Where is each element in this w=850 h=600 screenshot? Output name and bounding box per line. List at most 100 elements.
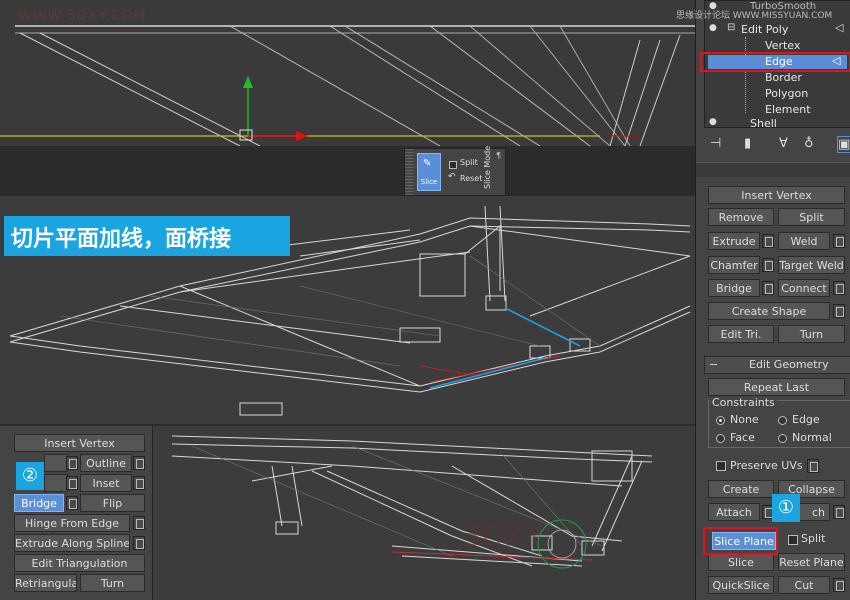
edit-geometry-title: Edit Geometry: [749, 358, 829, 371]
edge-highlight-box: [700, 52, 850, 72]
slice-icon: ✎: [423, 158, 432, 169]
slice-mode-toolbar: ✎ Slice Split ↶ Reset Slice Mode ¶: [404, 145, 506, 196]
pin-cursor-icon: ◁: [835, 21, 844, 34]
viewport-middle[interactable]: 切片平面加线，面桥接: [0, 196, 695, 424]
extrude-edge-settings-button[interactable]: [762, 234, 774, 248]
weld-settings-button[interactable]: [833, 234, 845, 248]
configure-sets-icon[interactable]: ▣: [837, 136, 850, 153]
hinge-settings-button[interactable]: [133, 516, 145, 530]
bridge-button[interactable]: Bridge: [14, 494, 64, 512]
flip-button[interactable]: Flip: [80, 494, 145, 512]
weld-button[interactable]: Weld: [778, 232, 830, 250]
chamfer-settings-button[interactable]: [762, 258, 774, 272]
slice-mode-title: Slice Mode: [483, 145, 492, 189]
split-checkbox[interactable]: [449, 161, 457, 169]
insert-vertex-button[interactable]: Insert Vertex: [14, 434, 145, 452]
split-button[interactable]: Split: [778, 208, 845, 226]
pin-icon[interactable]: ¶: [496, 151, 501, 160]
cut-button[interactable]: Cut: [778, 576, 830, 594]
cut-settings-button[interactable]: [833, 578, 845, 592]
split-geometry-checkbox[interactable]: [788, 535, 798, 545]
reset-plane-button[interactable]: Reset Plane: [778, 553, 845, 571]
bevel-button[interactable]: [44, 474, 68, 492]
extrude-spline-settings-button[interactable]: [133, 536, 145, 550]
stack-item-vertex[interactable]: Vertex: [765, 39, 800, 52]
extrude-edge-button[interactable]: Extrude: [708, 232, 760, 250]
slice-plane-highlight-box: [703, 527, 778, 555]
create-shape-settings-button[interactable]: [833, 304, 845, 318]
constraint-edge-radio[interactable]: [778, 416, 787, 425]
stack-item-shell[interactable]: Shell: [750, 117, 777, 130]
viewport-top[interactable]: WWW.3DXY.COM: [0, 0, 695, 146]
extrude-along-spline-button[interactable]: Extrude Along Spline: [14, 534, 130, 552]
edit-geometry-header[interactable]: − Edit Geometry: [704, 356, 850, 374]
command-panel: ● TurboSmooth ● ⊟ Edit Poly ◁ Vertex Edg…: [676, 0, 850, 600]
preserve-uvs-settings-button[interactable]: [807, 459, 819, 473]
lightbulb-icon-editpoly[interactable]: ●: [709, 23, 717, 33]
watermark-left: WWW.3DXY.COM: [18, 8, 147, 24]
detach-settings-button[interactable]: [833, 505, 845, 519]
collapse-icon[interactable]: ⊟: [727, 22, 735, 33]
bridge-settings-button[interactable]: [66, 496, 78, 510]
turn-edge-button[interactable]: Turn: [778, 325, 845, 343]
remove-modifier-icon[interactable]: ♁: [804, 136, 814, 151]
inset-button[interactable]: Inset: [80, 474, 132, 492]
edit-geometry-rollout: − Edit Geometry Repeat Last Constraints …: [700, 354, 850, 600]
watermark-right: 思缘设计论坛 WWW.MISSYUAN.COM: [676, 11, 833, 21]
constraint-none-radio[interactable]: [716, 416, 725, 425]
turn-button-polygons[interactable]: Turn: [80, 574, 145, 592]
outline-settings-button[interactable]: [133, 456, 145, 470]
caption-banner: 切片平面加线，面桥接: [4, 216, 290, 256]
lightbulb-icon-shell[interactable]: ●: [709, 117, 717, 127]
edit-triangulation-button[interactable]: Edit Triangulation: [14, 554, 145, 572]
remove-button[interactable]: Remove: [708, 208, 774, 226]
preserve-uvs-checkbox[interactable]: [716, 461, 726, 471]
show-end-result-icon[interactable]: ▮: [744, 136, 751, 151]
bridge-edge-button[interactable]: Bridge: [708, 279, 760, 297]
preserve-uvs-label: Preserve UVs: [730, 459, 803, 472]
tree-guide-line: [745, 37, 747, 113]
wireframe-bottom: 3DXY: [171, 435, 653, 569]
repeat-last-button[interactable]: Repeat Last: [708, 378, 845, 396]
slice-toggle-button[interactable]: ✎ Slice: [417, 153, 441, 191]
make-unique-icon[interactable]: ∀: [779, 136, 788, 151]
extrude-button[interactable]: [44, 454, 68, 472]
chamfer-button[interactable]: Chamfer: [708, 256, 760, 274]
stack-item-element[interactable]: Element: [765, 103, 811, 116]
bridge-edge-settings-button[interactable]: [762, 281, 774, 295]
rollout-collapse-icon: −: [709, 358, 719, 371]
hinge-from-edge-button[interactable]: Hinge From Edge: [14, 514, 130, 532]
divider: [696, 162, 850, 177]
outline-button[interactable]: Outline: [80, 454, 132, 472]
create-button[interactable]: Create: [708, 480, 774, 498]
reset-icon: ↶: [448, 172, 456, 182]
split-geometry-label: Split: [801, 532, 826, 545]
caption-text: 切片平面加线，面桥接: [11, 227, 232, 252]
retriangulate-button[interactable]: Retriangulate: [14, 574, 77, 592]
bevel-settings-button[interactable]: [66, 476, 78, 490]
constraint-normal-radio[interactable]: [778, 434, 787, 443]
extrude-settings-button[interactable]: [66, 456, 78, 470]
stack-item-edit-poly[interactable]: Edit Poly: [741, 23, 788, 36]
stack-item-polygon[interactable]: Polygon: [765, 87, 808, 100]
slice-toolbar-grip[interactable]: [405, 149, 413, 195]
connect-settings-button[interactable]: [833, 281, 845, 295]
pin-stack-icon[interactable]: ⊣: [710, 136, 721, 151]
create-shape-button[interactable]: Create Shape: [708, 302, 830, 320]
slice-button[interactable]: Slice: [708, 553, 774, 571]
target-weld-button[interactable]: Target Weld: [778, 256, 845, 274]
constraint-face-label: Face: [730, 431, 755, 444]
inset-settings-button[interactable]: [133, 476, 145, 490]
stack-item-border[interactable]: Border: [765, 71, 802, 84]
attach-button[interactable]: Attach: [708, 503, 760, 521]
quickslice-button[interactable]: QuickSlice: [708, 576, 774, 594]
insert-vertex-edge-button[interactable]: Insert Vertex: [708, 186, 845, 204]
connect-button[interactable]: Connect: [778, 279, 830, 297]
reset-button[interactable]: Reset: [460, 174, 482, 183]
step-one-badge: ①: [772, 494, 800, 522]
constraint-face-radio[interactable]: [716, 434, 725, 443]
split-label: Split: [460, 158, 478, 167]
constraint-none-label: None: [730, 413, 759, 426]
edit-tri-button[interactable]: Edit Tri.: [708, 325, 774, 343]
viewport-bottom[interactable]: 3DXY: [152, 426, 695, 600]
